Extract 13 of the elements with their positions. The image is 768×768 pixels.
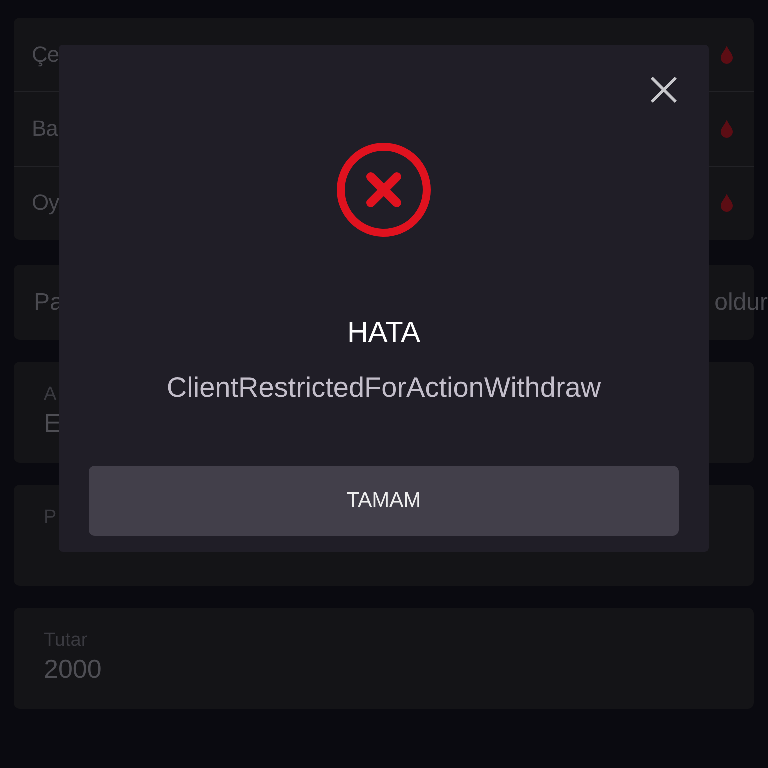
close-icon bbox=[649, 75, 679, 105]
drop-icon bbox=[720, 44, 734, 65]
close-button[interactable] bbox=[649, 75, 679, 105]
row-label: Oy bbox=[32, 190, 60, 216]
row-label: Çe bbox=[32, 42, 60, 68]
info-text: oldur bbox=[714, 288, 768, 316]
error-message: ClientRestrictedForActionWithdraw bbox=[166, 371, 602, 405]
drop-icon bbox=[720, 118, 734, 139]
error-icon bbox=[336, 142, 432, 238]
dialog-title: HATA bbox=[347, 316, 421, 351]
row-label: Ba bbox=[32, 116, 58, 142]
drop-icon bbox=[720, 193, 734, 214]
ok-button[interactable]: TAMAM bbox=[89, 466, 679, 536]
